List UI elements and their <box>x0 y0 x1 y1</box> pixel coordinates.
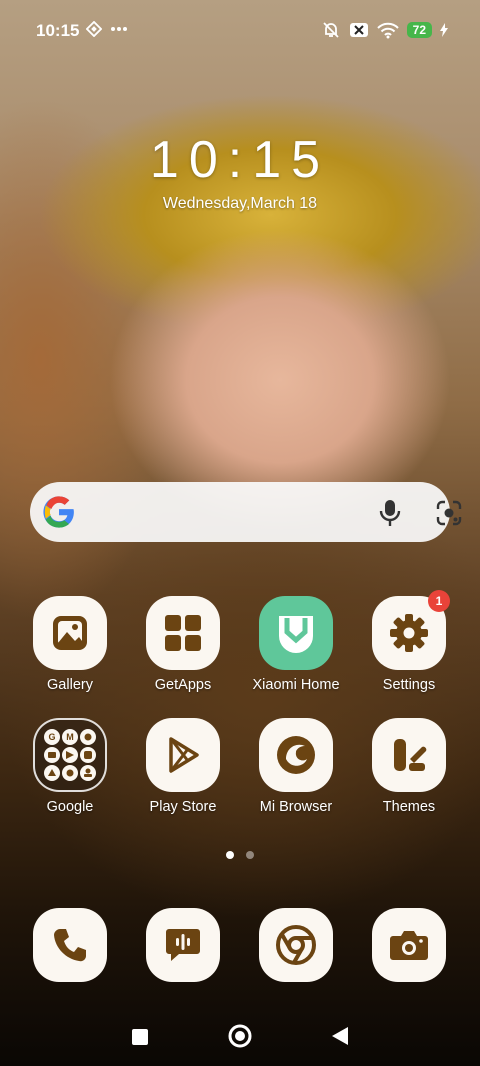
app-gallery[interactable]: Gallery <box>15 596 125 693</box>
getapps-icon <box>146 596 220 670</box>
wifi-icon <box>376 22 399 39</box>
google-search-bar[interactable] <box>30 482 462 542</box>
status-time: 10:15 <box>36 21 80 40</box>
status-right-icons: 72 <box>321 20 448 40</box>
status-left-icons <box>86 21 128 37</box>
app-label: GetApps <box>154 677 212 693</box>
gallery-icon <box>33 596 107 670</box>
app-label: Gallery <box>47 677 93 693</box>
home-button[interactable] <box>228 1024 252 1048</box>
dock-chrome[interactable] <box>241 908 351 982</box>
gear-icon: 1 <box>372 590 450 670</box>
notification-badge: 1 <box>428 590 450 612</box>
recents-button[interactable] <box>131 1028 149 1046</box>
page-dot <box>246 851 254 859</box>
muted-bell-icon <box>323 22 339 38</box>
mi-browser-icon <box>259 718 333 792</box>
clock-widget-time[interactable]: 10:15 <box>0 130 480 190</box>
camera-icon <box>372 908 446 982</box>
app-label: Play Store <box>149 799 217 815</box>
app-settings[interactable]: 1 Settings <box>354 590 464 693</box>
more-dots-icon <box>111 27 127 31</box>
app-themes[interactable]: Themes <box>354 718 464 815</box>
app-label: Mi Browser <box>259 799 333 815</box>
dock-phone[interactable] <box>15 908 125 982</box>
app-mi-browser[interactable]: Mi Browser <box>241 718 351 815</box>
no-sim-icon <box>349 23 368 37</box>
app-label: Themes <box>382 799 436 815</box>
app-play-store[interactable]: Play Store <box>128 718 238 815</box>
phone-icon <box>33 908 107 982</box>
svg-text:M: M <box>66 732 74 742</box>
status-bar: 10:15 72 <box>0 0 480 62</box>
messages-icon <box>146 908 220 982</box>
google-g-icon <box>43 496 74 528</box>
dock-messages[interactable] <box>128 908 238 982</box>
app-label: Xiaomi Home <box>252 677 340 693</box>
app-label: Settings <box>382 677 436 693</box>
page-dot-active <box>226 851 234 859</box>
folder-google[interactable]: GM Google <box>15 718 125 815</box>
google-folder-icon: GM <box>33 718 107 792</box>
mic-icon[interactable] <box>378 499 402 527</box>
page-indicator[interactable] <box>0 851 480 859</box>
app-getapps[interactable]: GetApps <box>128 596 238 693</box>
data-saver-icon <box>86 21 102 37</box>
chrome-icon <box>259 908 333 982</box>
back-button[interactable] <box>331 1026 349 1046</box>
battery-level: 72 <box>406 22 432 38</box>
xiaomi-home-icon <box>259 596 333 670</box>
svg-text:G: G <box>48 732 55 742</box>
charging-bolt-icon <box>440 23 448 37</box>
navigation-bar <box>0 1010 480 1066</box>
lens-icon[interactable] <box>436 500 462 526</box>
app-label: Google <box>46 799 94 815</box>
themes-icon <box>372 718 446 792</box>
play-store-icon <box>146 718 220 792</box>
app-xiaomi-home[interactable]: Xiaomi Home <box>241 596 351 693</box>
clock-widget-date: Wednesday,March 18 <box>162 195 318 212</box>
dock-camera[interactable] <box>354 908 464 982</box>
